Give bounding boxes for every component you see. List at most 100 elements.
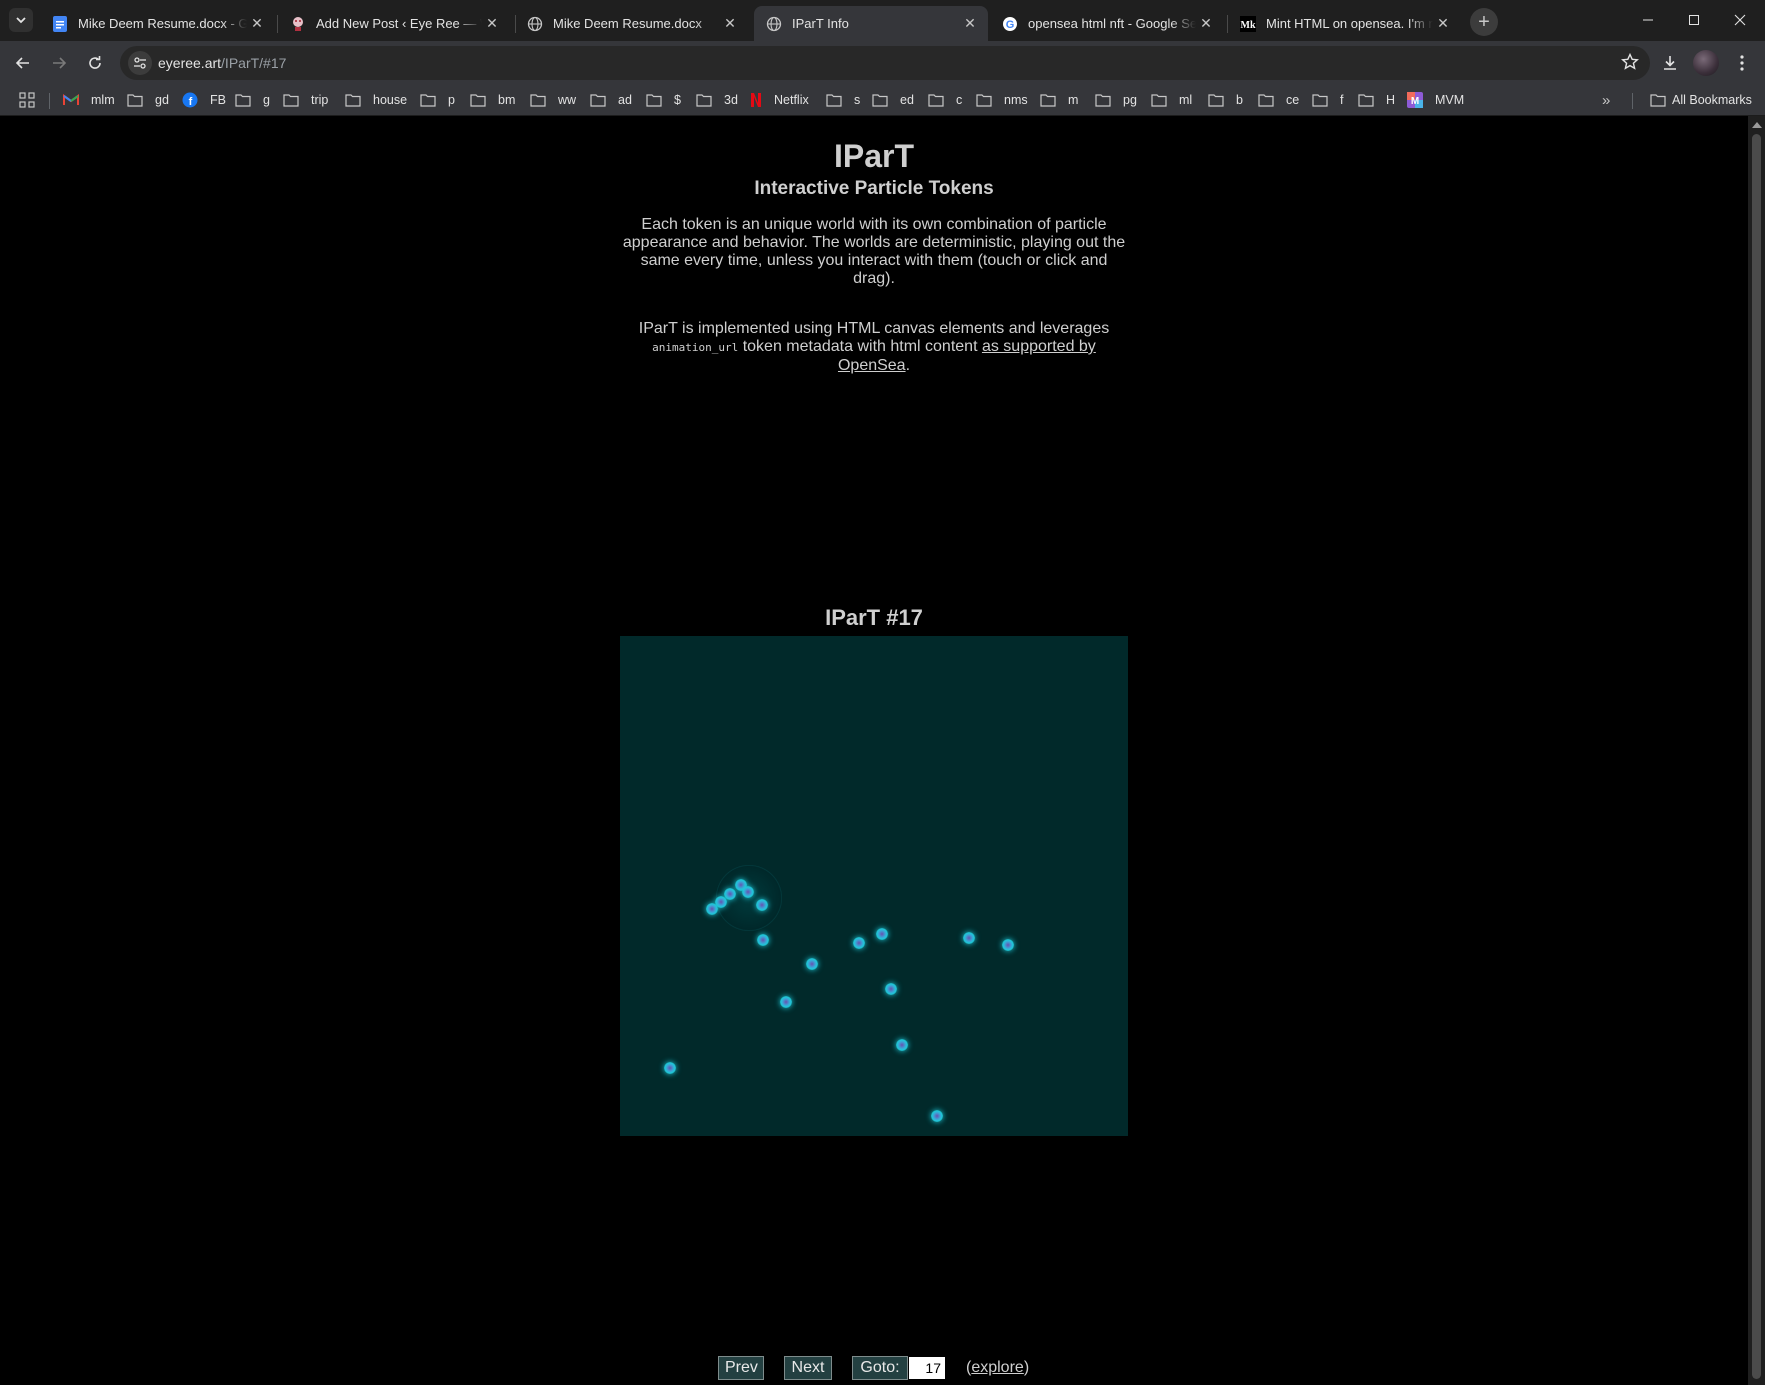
tab-title: IParT Info <box>792 16 849 31</box>
apps-button[interactable] <box>19 90 41 110</box>
bookmark-star-button[interactable] <box>1620 52 1640 77</box>
plus-icon: + <box>1478 10 1490 33</box>
reload-button[interactable] <box>79 47 111 79</box>
all-bookmarks-button[interactable]: All Bookmarks <box>1650 90 1752 110</box>
bookmark-item[interactable]: ce <box>1258 90 1299 110</box>
close-icon <box>1734 14 1746 26</box>
bookmark-item[interactable]: mlm <box>63 90 115 110</box>
particle <box>876 928 888 940</box>
tab-wordpress[interactable]: Add New Post ‹ Eye Ree — Wor ✕ <box>278 6 510 41</box>
goto-button[interactable]: Goto: <box>852 1356 908 1380</box>
bookmark-item[interactable]: ad <box>590 90 632 110</box>
profile-button[interactable] <box>1690 47 1722 79</box>
facebook-icon: f <box>182 92 204 108</box>
more-bookmarks-button[interactable]: » <box>1602 90 1610 110</box>
scroll-up-arrow-icon[interactable] <box>1752 122 1762 128</box>
minimize-button[interactable] <box>1625 0 1671 40</box>
particle <box>757 934 769 946</box>
close-tab-icon[interactable]: ✕ <box>1196 14 1216 34</box>
folder-icon <box>1312 93 1334 107</box>
particle-canvas[interactable] <box>620 636 1128 1136</box>
new-tab-button[interactable]: + <box>1470 8 1498 36</box>
bookmark-label: $ <box>674 93 681 107</box>
bookmark-label: ce <box>1286 93 1300 107</box>
forward-button[interactable] <box>43 47 75 79</box>
next-button[interactable]: Next <box>784 1356 832 1380</box>
tab-ipart-info[interactable]: IParT Info ✕ <box>754 6 988 41</box>
bookmark-item[interactable]: b <box>1208 90 1243 110</box>
bookmark-item[interactable]: trip <box>283 90 328 110</box>
close-tab-icon[interactable]: ✕ <box>482 14 502 34</box>
tab-medium[interactable]: Mk Mint HTML on opensea. I'm not ✕ <box>1228 6 1461 41</box>
url-host: eyeree.art <box>158 55 222 71</box>
back-button[interactable] <box>7 47 39 79</box>
bookmark-item[interactable]: nms <box>976 90 1028 110</box>
bookmark-item[interactable]: Netflix <box>750 90 809 110</box>
bookmark-label: pg <box>1123 93 1137 107</box>
url-text[interactable]: eyeree.art/IParT/#17 <box>158 55 286 71</box>
bookmark-item[interactable]: H <box>1358 90 1395 110</box>
svg-text:f: f <box>189 96 193 108</box>
bookmark-item[interactable]: p <box>420 90 455 110</box>
avatar <box>1693 50 1719 76</box>
bookmark-label: s <box>854 93 861 107</box>
close-tab-icon[interactable]: ✕ <box>960 14 980 34</box>
bookmark-item[interactable]: ml <box>1151 90 1192 110</box>
downloads-button[interactable] <box>1654 47 1686 79</box>
implementation-paragraph: IParT is implemented using HTML canvas e… <box>619 320 1129 375</box>
folder-icon <box>345 93 367 107</box>
apps-grid-icon <box>19 92 35 108</box>
bookmark-item[interactable]: ed <box>872 90 914 110</box>
bookmark-item[interactable]: 3d <box>696 90 738 110</box>
impl-text: IParT is implemented using HTML canvas e… <box>638 320 1110 337</box>
scrollbar-thumb[interactable] <box>1752 134 1761 1379</box>
folder-icon <box>235 93 257 107</box>
folder-icon <box>1650 94 1666 107</box>
goto-number-input[interactable] <box>909 1357 945 1379</box>
close-window-button[interactable] <box>1717 0 1763 40</box>
page-title: IParT <box>833 138 915 174</box>
bookmark-label: MVM <box>1435 93 1465 107</box>
page-scrollbar[interactable] <box>1748 116 1765 1385</box>
bookmark-item[interactable]: m <box>1040 90 1078 110</box>
address-bar[interactable]: eyeree.art/IParT/#17 <box>120 46 1650 80</box>
impl-text: . <box>905 357 911 374</box>
bookmark-item[interactable]: pg <box>1095 90 1137 110</box>
netflix-icon <box>750 92 768 108</box>
page-subtitle: Interactive Particle Tokens <box>754 178 994 199</box>
bookmark-label: ww <box>558 93 577 107</box>
bookmark-item[interactable]: M MVM <box>1407 90 1464 110</box>
bookmark-label: H <box>1386 93 1396 107</box>
maximize-icon <box>1689 15 1699 25</box>
bookmark-item[interactable]: ww <box>530 90 576 110</box>
bookmark-item[interactable]: s <box>826 90 860 110</box>
paren-close: ) <box>1023 1359 1030 1376</box>
maximize-button[interactable] <box>1671 0 1717 40</box>
bookmark-label: nms <box>1004 93 1028 107</box>
folder-icon <box>928 93 950 107</box>
explore-link[interactable]: explore <box>971 1359 1023 1376</box>
bookmark-item[interactable]: bm <box>470 90 515 110</box>
tab-google-docs[interactable]: Mike Deem Resume.docx - Goo ✕ <box>40 6 275 41</box>
bookmark-item[interactable]: gd <box>127 90 169 110</box>
bookmark-item[interactable]: c <box>928 90 962 110</box>
tab-google-search[interactable]: G opensea html nft - Google Sear ✕ <box>990 6 1224 41</box>
bookmark-item[interactable]: g <box>235 90 270 110</box>
bookmark-item[interactable]: $ <box>646 90 681 110</box>
close-tab-icon[interactable]: ✕ <box>247 14 267 34</box>
close-tab-icon[interactable]: ✕ <box>1433 14 1453 34</box>
tab-search-button[interactable] <box>9 8 33 32</box>
prev-button[interactable]: Prev <box>718 1356 764 1380</box>
bookmark-item[interactable]: f <box>1312 90 1343 110</box>
particle <box>664 1062 676 1074</box>
tab-title: Add New Post ‹ Eye Ree — Wor <box>316 16 482 31</box>
bookmark-item[interactable]: f FB <box>182 90 226 110</box>
menu-button[interactable] <box>1726 47 1758 79</box>
bookmark-label: c <box>956 93 963 107</box>
close-tab-icon[interactable]: ✕ <box>720 14 740 34</box>
tab-resume-docx[interactable]: Mike Deem Resume.docx ✕ <box>515 6 748 41</box>
svg-text:Mk: Mk <box>1241 20 1256 31</box>
bookmark-item[interactable]: house <box>345 90 407 110</box>
site-info-button[interactable] <box>128 51 152 75</box>
folder-icon <box>127 93 149 107</box>
